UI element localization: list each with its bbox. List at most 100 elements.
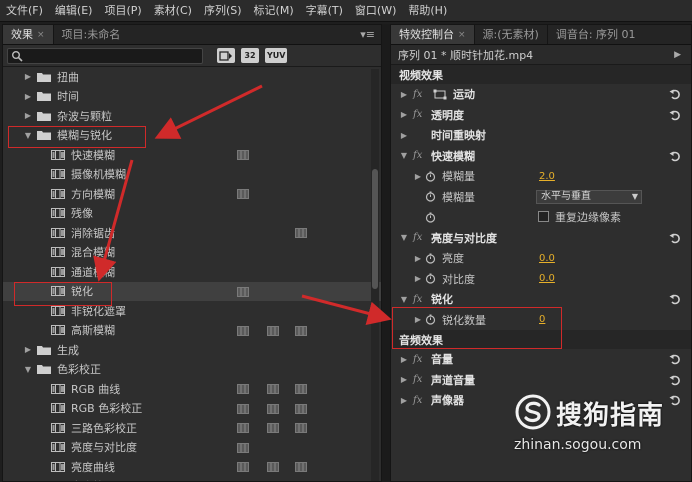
reset-icon[interactable]	[669, 150, 681, 162]
effect-property-row[interactable]: ▶ 亮度 0.0	[391, 248, 691, 269]
tab-effect-controls[interactable]: 特效控制台 ×	[391, 25, 474, 44]
effect-control-row[interactable]: ▶ 时间重映射	[391, 125, 691, 146]
yuv-effects-button[interactable]: YUV	[265, 48, 288, 63]
effect-item[interactable]: 亮度校正	[3, 477, 381, 481]
property-value[interactable]: 0.0	[539, 273, 555, 284]
fx-toggle-icon[interactable]: fx	[413, 150, 429, 161]
reset-icon[interactable]	[669, 109, 681, 121]
effect-item[interactable]: 亮度曲线	[3, 457, 381, 477]
disclosure-closed-icon[interactable]: ▶	[399, 110, 409, 119]
play-triangle-icon[interactable]: ▶	[674, 50, 681, 60]
reset-icon[interactable]	[669, 353, 681, 365]
disclosure-open-icon[interactable]: ▼	[399, 233, 409, 242]
blur-dimension-select[interactable]: 水平与垂直 ▼	[536, 189, 642, 204]
effect-item[interactable]: RGB 曲线	[3, 379, 381, 399]
effect-folder[interactable]: ▼ 色彩校正	[3, 360, 381, 380]
menu-item[interactable]: 项目(P)	[98, 0, 147, 22]
effect-control-row[interactable]: ▼ fx 亮度与对比度	[391, 228, 691, 249]
disclosure-open-icon[interactable]: ▼	[399, 151, 409, 160]
reset-icon[interactable]	[669, 88, 681, 100]
disclosure-open-icon[interactable]: ▼	[23, 131, 33, 140]
accelerated-effects-button[interactable]	[217, 48, 235, 63]
property-value[interactable]: 0.0	[539, 253, 555, 264]
disclosure-closed-icon[interactable]: ▶	[399, 396, 409, 405]
reset-icon[interactable]	[669, 232, 681, 244]
fx-toggle-icon[interactable]: fx	[413, 354, 429, 365]
stopwatch-icon[interactable]	[425, 314, 436, 325]
effect-control-row[interactable]: ▶ fx 声道音量	[391, 370, 691, 391]
effect-property-row[interactable]: ▶ 锐化数量 0	[391, 310, 691, 331]
effect-item[interactable]: 三路色彩校正	[3, 418, 381, 438]
panel-divider[interactable]	[382, 24, 390, 482]
menu-item[interactable]: 编辑(E)	[49, 0, 99, 22]
disclosure-closed-icon[interactable]: ▶	[399, 355, 409, 364]
disclosure-closed-icon[interactable]: ▶	[399, 131, 409, 140]
menu-item[interactable]: 字幕(T)	[300, 0, 349, 22]
fx-toggle-icon[interactable]: fx	[413, 232, 429, 243]
stopwatch-icon[interactable]	[425, 212, 436, 223]
effect-folder[interactable]: ▶ 扭曲	[3, 67, 381, 87]
effect-item[interactable]: 快速模糊	[3, 145, 381, 165]
menu-item[interactable]: 文件(F)	[0, 0, 49, 22]
effect-property-row[interactable]: ▶ 对比度 0.0	[391, 269, 691, 290]
fx-toggle-icon[interactable]: fx	[413, 374, 429, 385]
effect-item[interactable]: 方向模糊	[3, 184, 381, 204]
disclosure-closed-icon[interactable]: ▶	[23, 111, 33, 120]
menu-item[interactable]: 帮助(H)	[402, 0, 453, 22]
disclosure-closed-icon[interactable]: ▶	[413, 172, 423, 181]
effect-folder[interactable]: ▶ 生成	[3, 340, 381, 360]
32bit-effects-button[interactable]: 32	[241, 48, 259, 63]
disclosure-closed-icon[interactable]: ▶	[23, 92, 33, 101]
effect-item[interactable]: 锐化	[3, 281, 381, 301]
effect-item[interactable]: 亮度与对比度	[3, 438, 381, 458]
menu-item[interactable]: 素材(C)	[148, 0, 198, 22]
fx-toggle-icon[interactable]: fx	[413, 109, 429, 120]
disclosure-closed-icon[interactable]: ▶	[399, 90, 409, 99]
disclosure-closed-icon[interactable]: ▶	[413, 274, 423, 283]
disclosure-open-icon[interactable]: ▼	[23, 365, 33, 374]
effect-item[interactable]: 消除锯齿	[3, 223, 381, 243]
effect-item[interactable]: 高斯模糊	[3, 321, 381, 341]
tab-close-icon[interactable]: ×	[458, 25, 466, 45]
stopwatch-icon[interactable]	[425, 191, 436, 202]
effect-folder[interactable]: ▶ 杂波与颗粒	[3, 106, 381, 126]
effect-control-row[interactable]: ▶ fx 音量	[391, 349, 691, 370]
sequence-clip-header[interactable]: 序列 01 * 顺时针加花.mp4 ▶	[391, 45, 691, 65]
effect-item[interactable]: 残像	[3, 204, 381, 224]
effect-control-row[interactable]: ▼ fx 锐化	[391, 289, 691, 310]
reset-icon[interactable]	[669, 293, 681, 305]
effects-scrollbar[interactable]	[371, 69, 379, 481]
panel-menu-icon[interactable]: ▾≡	[360, 25, 375, 45]
effect-property-row[interactable]: 模糊量 水平与垂直 ▼	[391, 187, 691, 208]
stopwatch-icon[interactable]	[425, 253, 436, 264]
tab-project[interactable]: 项目:未命名	[54, 25, 129, 44]
tab-audio-mixer[interactable]: 调音台: 序列 01	[548, 25, 644, 44]
stopwatch-icon[interactable]	[425, 273, 436, 284]
disclosure-closed-icon[interactable]: ▶	[23, 72, 33, 81]
effect-item[interactable]: 混合模糊	[3, 243, 381, 263]
menu-item[interactable]: 序列(S)	[198, 0, 248, 22]
effect-control-row[interactable]: ▶ fx 透明度	[391, 105, 691, 126]
effect-item[interactable]: 通道模糊	[3, 262, 381, 282]
motion-transform-icon[interactable]	[433, 89, 451, 100]
scrollbar-thumb[interactable]	[372, 169, 378, 289]
effect-property-row[interactable]: 重复边缘像素	[391, 207, 691, 228]
property-value[interactable]: 2.0	[539, 171, 555, 182]
disclosure-closed-icon[interactable]: ▶	[413, 254, 423, 263]
tab-source[interactable]: 源:(无素材)	[475, 25, 547, 44]
effect-control-row[interactable]: ▶ fx 运动	[391, 84, 691, 105]
search-input[interactable]	[7, 47, 203, 64]
effect-control-row[interactable]: ▼ fx 快速模糊	[391, 146, 691, 167]
effect-folder[interactable]: ▼ 模糊与锐化	[3, 126, 381, 146]
tab-effects[interactable]: 效果 ×	[3, 25, 53, 44]
menu-item[interactable]: 窗口(W)	[349, 0, 402, 22]
fx-toggle-icon[interactable]: fx	[413, 89, 429, 100]
fx-toggle-icon[interactable]: fx	[413, 294, 429, 305]
effect-item[interactable]: 摄像机模糊	[3, 165, 381, 185]
tab-close-icon[interactable]: ×	[37, 25, 45, 45]
disclosure-closed-icon[interactable]: ▶	[23, 345, 33, 354]
disclosure-closed-icon[interactable]: ▶	[399, 375, 409, 384]
property-value[interactable]: 0	[539, 314, 545, 325]
effect-item[interactable]: 非锐化遮罩	[3, 301, 381, 321]
fx-toggle-icon[interactable]: fx	[413, 395, 429, 406]
